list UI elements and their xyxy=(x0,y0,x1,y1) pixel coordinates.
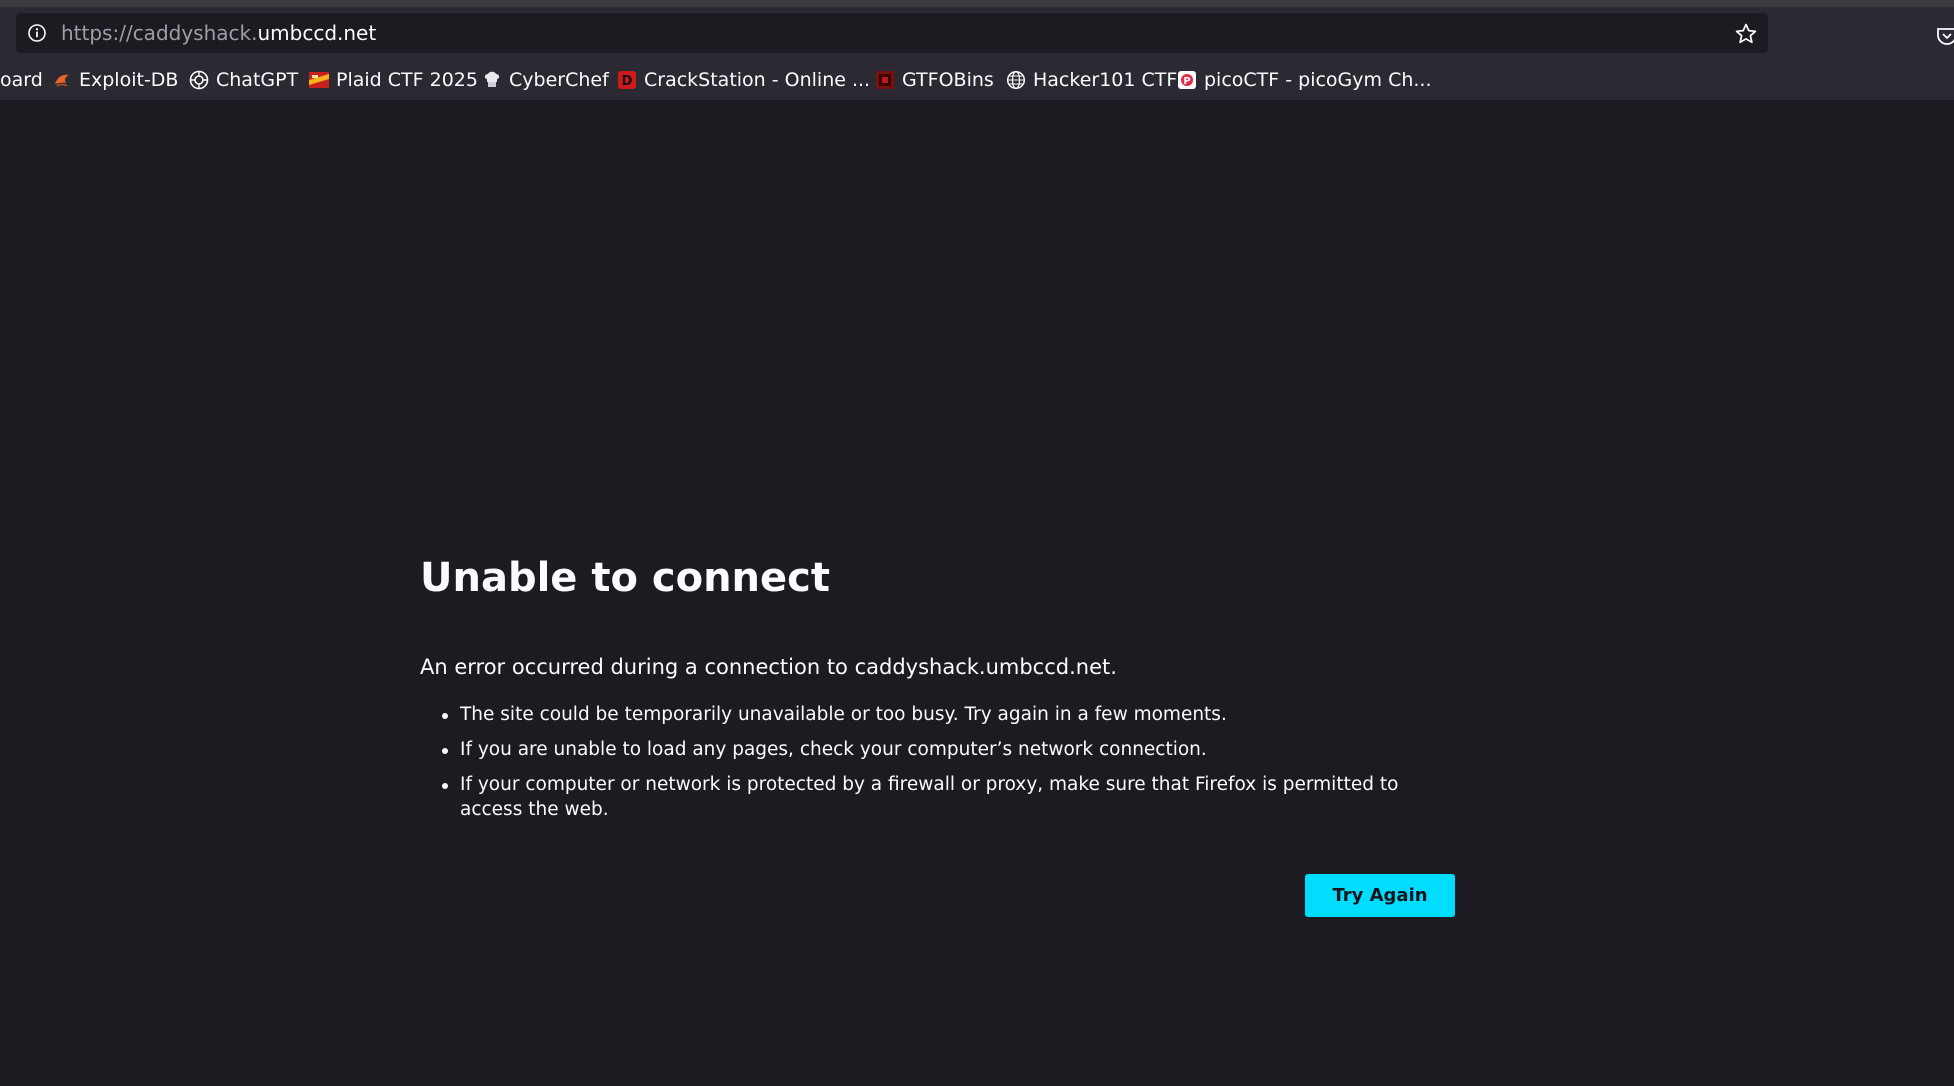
suggestion-text: If your computer or network is protected… xyxy=(460,774,1399,820)
gtfobins-icon xyxy=(876,71,894,89)
bookmark-label: picoCTF - picoGym Ch... xyxy=(1204,69,1432,91)
bookmark-dashboard[interactable]: oard xyxy=(0,65,43,95)
error-title: Unable to connect xyxy=(420,555,830,601)
bullet-icon xyxy=(442,713,448,719)
chatgpt-icon xyxy=(189,70,209,90)
error-suggestions-list: The site could be temporarily unavailabl… xyxy=(420,702,1454,832)
bullet-icon xyxy=(442,783,448,789)
list-item: If your computer or network is protected… xyxy=(420,772,1454,822)
info-icon[interactable] xyxy=(27,23,47,43)
svg-text:D: D xyxy=(622,74,633,89)
cyberchef-icon xyxy=(484,71,500,87)
url-text[interactable]: https://caddyshack.umbccd.net xyxy=(61,13,376,53)
bookmark-cyberchef[interactable]: CyberChef xyxy=(482,65,609,95)
pocket-icon[interactable] xyxy=(1936,25,1954,47)
suggestion-text: If you are unable to load any pages, che… xyxy=(460,739,1207,760)
try-again-button[interactable]: Try Again xyxy=(1305,874,1455,917)
bookmark-label: GTFOBins xyxy=(902,69,994,91)
exploit-db-icon xyxy=(55,74,69,87)
url-domain: umbccd.net xyxy=(257,21,377,45)
suggestion-text: The site could be temporarily unavailabl… xyxy=(460,704,1227,725)
bookmark-label: Hacker101 CTF xyxy=(1033,69,1178,91)
bookmark-picoctf[interactable]: P picoCTF - picoGym Ch... xyxy=(1177,65,1432,95)
url-scheme: https://caddyshack. xyxy=(61,21,258,45)
list-item: If you are unable to load any pages, che… xyxy=(420,737,1454,762)
svg-text:P: P xyxy=(1183,76,1190,87)
bullet-icon xyxy=(442,748,448,754)
address-bar[interactable]: https://caddyshack.umbccd.net xyxy=(16,13,1768,53)
bookmark-label: Plaid CTF 2025 xyxy=(336,69,478,91)
plaid-ctf-icon xyxy=(309,72,329,88)
crackstation-icon: D xyxy=(618,71,636,89)
picoctf-icon: P xyxy=(1178,71,1196,89)
bookmark-exploit-db[interactable]: Exploit-DB xyxy=(52,65,178,95)
bookmark-star-icon[interactable] xyxy=(1734,22,1758,46)
bookmark-plaid-ctf[interactable]: Plaid CTF 2025 xyxy=(309,65,478,95)
bookmarks-toolbar: oard Exploit-DB ChatGPT Plaid CTF 2025 C… xyxy=(0,65,1954,95)
bookmark-gtfobins[interactable]: GTFOBins xyxy=(875,65,994,95)
bookmark-label: CrackStation - Online ... xyxy=(644,69,871,91)
globe-icon xyxy=(1006,70,1026,90)
window-top-strip xyxy=(0,0,1954,7)
bookmark-label: oard xyxy=(0,69,43,91)
list-item: The site could be temporarily unavailabl… xyxy=(420,702,1454,727)
bookmark-chatgpt[interactable]: ChatGPT xyxy=(189,65,298,95)
error-description: An error occurred during a connection to… xyxy=(420,655,1117,679)
bookmark-crackstation[interactable]: D CrackStation - Online ... xyxy=(617,65,870,95)
bookmark-label: ChatGPT xyxy=(216,69,299,91)
bookmark-label: CyberChef xyxy=(509,69,609,91)
bookmark-label: Exploit-DB xyxy=(79,69,179,91)
browser-toolbar: https://caddyshack.umbccd.net oard Explo… xyxy=(0,7,1954,100)
bookmark-hacker101[interactable]: Hacker101 CTF xyxy=(1006,65,1177,95)
